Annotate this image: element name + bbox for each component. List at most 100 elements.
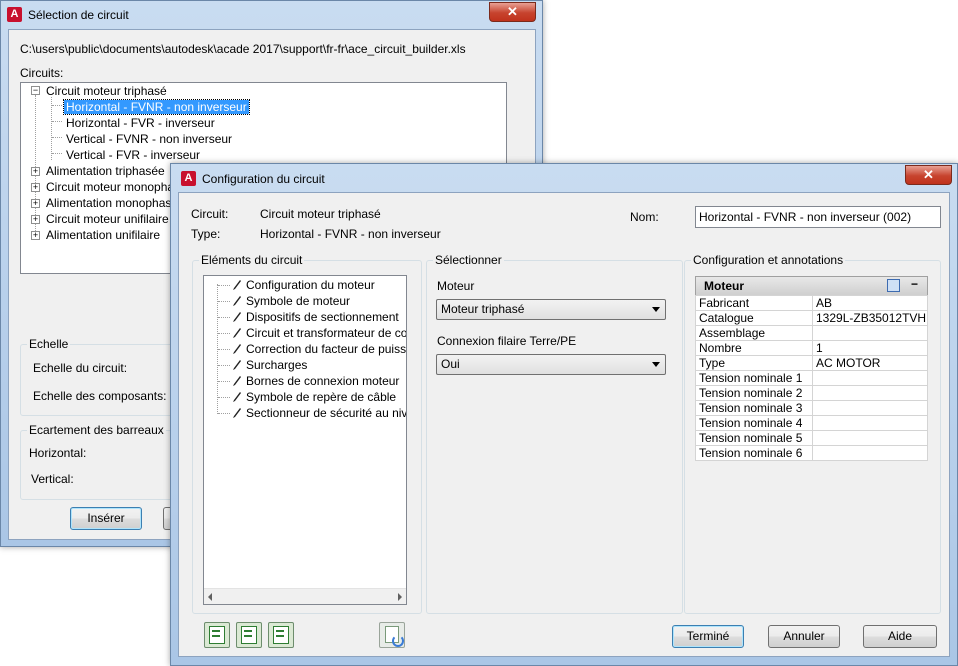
elements-list[interactable]: Configuration du moteur Symbole de moteur… — [203, 275, 407, 605]
property-row[interactable]: Tension nominale 1 — [695, 370, 928, 386]
expand-icon[interactable]: + — [31, 167, 40, 176]
property-value[interactable]: 1329L-ZB35012TVHU- — [812, 310, 928, 326]
property-row[interactable]: Type AC MOTOR — [695, 355, 928, 371]
property-value[interactable]: AB — [812, 295, 928, 311]
expand-icon[interactable]: + — [31, 231, 40, 240]
tree-node-three-phase-motor[interactable]: Circuit moteur triphasé — [46, 83, 167, 99]
name-label: Nom: — [630, 210, 659, 224]
tree-leaf[interactable]: Horizontal - FVNR - non inverseur — [63, 99, 250, 115]
property-row[interactable]: Fabricant AB — [695, 295, 928, 311]
property-value[interactable] — [812, 325, 928, 341]
horizontal-scrollbar[interactable] — [204, 588, 406, 604]
dropdown-arrow-icon — [652, 307, 660, 312]
tree-node[interactable]: Circuit moteur unifilaire — [46, 211, 169, 227]
tree-line — [218, 381, 230, 382]
tree-line — [218, 413, 230, 414]
property-key: Tension nominale 2 — [695, 385, 813, 401]
tree-line — [52, 137, 62, 138]
ground-connection-label: Connexion filaire Terre/PE — [437, 334, 577, 348]
property-value[interactable] — [812, 430, 928, 446]
reset-icon[interactable] — [379, 622, 405, 648]
property-value[interactable] — [812, 370, 928, 386]
edit-element-icon[interactable] — [236, 622, 262, 648]
circuit-configuration-dialog: A Configuration du circuit ✕ Circuit: Ci… — [170, 163, 958, 666]
property-value[interactable]: 1 — [812, 340, 928, 356]
property-value[interactable] — [812, 415, 928, 431]
ground-connection-dropdown[interactable]: Oui — [436, 354, 666, 375]
select-group-label: Sélectionner — [433, 253, 504, 267]
properties-grid[interactable]: Fabricant AB Catalogue 1329L-ZB35012TVHU- As… — [695, 295, 928, 461]
pencil-icon — [233, 328, 241, 338]
select-group: Sélectionner Moteur Moteur triphasé Conn… — [426, 253, 683, 614]
expand-icon[interactable]: + — [31, 199, 40, 208]
property-row[interactable]: Catalogue 1329L-ZB35012TVHU- — [695, 310, 928, 326]
property-row[interactable]: Assemblage — [695, 325, 928, 341]
cancel-button[interactable]: Annuler — [768, 625, 840, 648]
tree-leaf[interactable]: Horizontal - FVR - inverseur — [66, 115, 215, 131]
property-row[interactable]: Tension nominale 5 — [695, 430, 928, 446]
property-row[interactable]: Tension nominale 6 — [695, 445, 928, 461]
title-bar[interactable]: A Sélection de circuit ✕ — [1, 1, 542, 29]
motor-dropdown-value: Moteur triphasé — [441, 302, 525, 316]
tree-line — [52, 105, 62, 106]
dialog-client: Circuit: Circuit moteur triphasé Type: H… — [178, 192, 950, 657]
list-icon-line — [244, 630, 252, 632]
motor-dropdown[interactable]: Moteur triphasé — [436, 299, 666, 320]
done-button[interactable]: Terminé — [672, 625, 744, 648]
element-label: Bornes de connexion moteur — [246, 374, 400, 388]
tree-leaf[interactable]: Vertical - FVR - inverseur — [66, 147, 200, 163]
tree-node[interactable]: Circuit moteur monophasé — [46, 179, 187, 195]
property-key: Assemblage — [695, 325, 813, 341]
insert-button[interactable]: Insérer — [70, 507, 142, 530]
element-label: Symbole de repère de câble — [246, 390, 397, 404]
type-label: Type: — [191, 227, 221, 241]
tree-line — [218, 365, 230, 366]
collapse-icon[interactable]: − — [31, 86, 40, 95]
close-button[interactable]: ✕ — [489, 2, 536, 22]
pencil-icon — [233, 376, 241, 386]
property-row[interactable]: Nombre 1 — [695, 340, 928, 356]
scroll-left-icon[interactable] — [208, 593, 212, 601]
help-button[interactable]: Aide — [863, 625, 937, 648]
properties-settings-icon[interactable] — [887, 279, 900, 292]
tree-node[interactable]: Alimentation monophasée — [46, 195, 185, 211]
list-icon-line — [244, 635, 252, 637]
scroll-right-icon[interactable] — [398, 593, 402, 601]
close-button[interactable]: ✕ — [905, 165, 952, 185]
list-icon-line — [276, 635, 284, 637]
property-value[interactable] — [812, 445, 928, 461]
expand-icon[interactable]: + — [31, 183, 40, 192]
expand-icon[interactable]: + — [31, 215, 40, 224]
property-row[interactable]: Tension nominale 2 — [695, 385, 928, 401]
tree-leaf[interactable]: Vertical - FVNR - non inverseur — [66, 131, 232, 147]
property-value[interactable]: AC MOTOR — [812, 355, 928, 371]
circuit-elements-group: Eléments du circuit Configuration du mot… — [192, 253, 422, 614]
title-bar[interactable]: A Configuration du circuit ✕ — [171, 164, 957, 192]
property-row[interactable]: Tension nominale 3 — [695, 400, 928, 416]
tree-node[interactable]: Alimentation unifilaire — [46, 227, 160, 243]
remove-element-icon[interactable] — [268, 622, 294, 648]
ground-connection-value: Oui — [441, 357, 460, 371]
add-element-icon[interactable] — [204, 622, 230, 648]
tree-line — [218, 301, 230, 302]
tree-line — [218, 285, 230, 286]
element-label: Configuration du moteur — [246, 278, 375, 292]
type-value: Horizontal - FVNR - non inverseur — [260, 227, 441, 241]
collapse-panel-button[interactable]: − — [911, 277, 918, 291]
list-icon-line — [212, 630, 220, 632]
pencil-icon — [233, 312, 241, 322]
property-value[interactable] — [812, 385, 928, 401]
tree-line — [218, 349, 230, 350]
name-field[interactable]: Horizontal - FVNR - non inverseur (002) — [695, 206, 941, 228]
property-row[interactable]: Tension nominale 4 — [695, 415, 928, 431]
properties-header-title: Moteur — [704, 279, 744, 293]
dialog-title: Configuration du circuit — [202, 172, 325, 186]
property-key: Tension nominale 6 — [695, 445, 813, 461]
property-value[interactable] — [812, 400, 928, 416]
property-key: Tension nominale 1 — [695, 370, 813, 386]
tree-leaf-label: Horizontal - FVNR - non inverseur — [63, 99, 250, 115]
tree-node[interactable]: Alimentation triphasée — [46, 163, 165, 179]
properties-panel-header: Moteur − — [695, 276, 928, 296]
horizontal-label: Horizontal: — [29, 446, 87, 460]
element-label: Surcharges — [246, 358, 308, 372]
